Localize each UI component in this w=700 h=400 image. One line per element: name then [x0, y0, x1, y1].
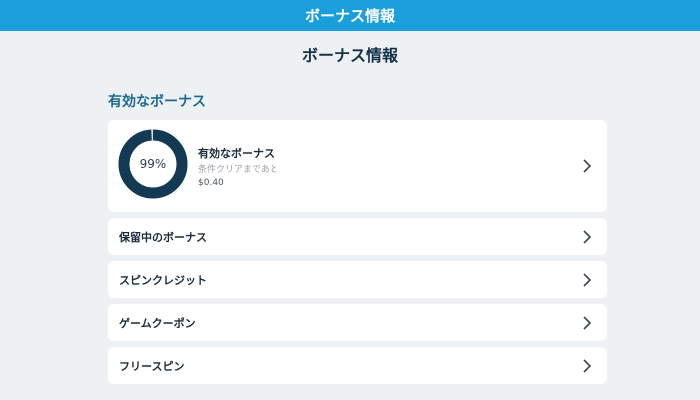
progress-percent: 99%	[139, 157, 167, 171]
chevron-right-icon	[583, 315, 592, 330]
row-label: フリースピン	[119, 359, 185, 373]
page-title: ボーナス情報	[301, 46, 398, 65]
chevron-right-icon	[583, 159, 592, 173]
row-pending-bonus[interactable]: 保留中のボーナス	[108, 218, 607, 255]
row-label: スピンクレジット	[119, 273, 207, 287]
row-free-spins[interactable]: フリースピン	[108, 347, 607, 384]
row-game-coupon[interactable]: ゲームクーポン	[108, 304, 607, 341]
chevron-right-icon	[583, 272, 592, 287]
active-bonus-amount: $0.40	[198, 178, 224, 188]
active-bonus-title: 有効なボーナス	[198, 147, 275, 160]
section-title: 有効なボーナス	[108, 94, 206, 110]
chevron-right-icon	[583, 358, 592, 373]
row-label: 保留中のボーナス	[119, 230, 207, 244]
active-bonus-card[interactable]: 99% 有効なボーナス 条件クリアまであと: $0.40	[108, 120, 607, 212]
row-label: ゲームクーポン	[119, 316, 196, 330]
top-bar: ボーナス情報	[0, 0, 700, 31]
top-bar-title: ボーナス情報	[304, 7, 395, 25]
chevron-right-icon	[583, 229, 592, 244]
row-spin-credit[interactable]: スピンクレジット	[108, 261, 607, 298]
active-bonus-subtitle: 条件クリアまであと:	[198, 165, 276, 175]
